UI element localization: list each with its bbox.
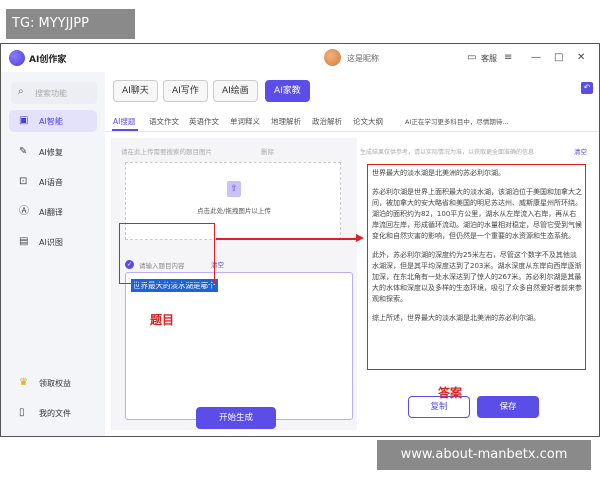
arrow-right-icon bbox=[356, 234, 364, 242]
result-header: 生成结果仅供参考，请以实际情况为准，以获取更全面准确的信息 bbox=[360, 149, 535, 156]
title-bar: AI创作家 这是昵称 ▭ 客服 ≡ — □ ✕ bbox=[1, 44, 599, 72]
sidebar-item-ai-translate[interactable]: Ⓐ AI翻译 bbox=[9, 201, 97, 223]
active-subtab-underline bbox=[112, 129, 138, 131]
subtab-english-essay[interactable]: 英语作文 bbox=[189, 116, 219, 127]
crown-icon: ♛ bbox=[19, 377, 28, 388]
annotation-question-label: 题目 bbox=[150, 313, 175, 327]
watermark-top: TG: MYYJJPP bbox=[6, 9, 135, 39]
maximize-icon[interactable]: □ bbox=[554, 52, 563, 64]
annotation-answer-label: 答案 bbox=[438, 386, 463, 400]
sidebar-item-benefits[interactable]: ♛ 领取权益 bbox=[9, 372, 97, 394]
username[interactable]: 这是昵称 bbox=[347, 53, 379, 64]
minimize-icon[interactable]: — bbox=[531, 52, 541, 64]
result-clear-button[interactable]: 清空 bbox=[574, 146, 587, 156]
question-input[interactable]: 世界最大的淡水湖是哪个 bbox=[125, 272, 353, 420]
sidebar-item-label: AI修复 bbox=[39, 148, 63, 157]
tab-ai-tutor[interactable]: AI家教 bbox=[265, 80, 310, 102]
sidebar: ⌕ 搜索功能 ▣ AI智能 ✎ AI修复 ⊡ AI语音 Ⓐ AI翻译 ▤ AI识… bbox=[1, 72, 105, 436]
app-logo-icon bbox=[9, 50, 25, 66]
subtab-geography[interactable]: 地理解析 bbox=[271, 116, 301, 127]
service-label[interactable]: 客服 bbox=[481, 53, 497, 64]
sidebar-item-ai-smart[interactable]: ▣ AI智能 bbox=[9, 110, 97, 132]
repair-icon: ✎ bbox=[19, 146, 28, 157]
image-recognize-icon: ▤ bbox=[19, 236, 29, 247]
sidebar-item-ai-voice[interactable]: ⊡ AI语音 bbox=[9, 171, 97, 193]
question-highlight-box bbox=[119, 223, 215, 284]
sidebar-item-label: AI翻译 bbox=[39, 208, 63, 217]
sidebar-item-my-files[interactable]: ▯ 我的文件 bbox=[9, 402, 97, 424]
subtab-ai-search[interactable]: AI搜题 bbox=[113, 116, 135, 127]
save-button[interactable]: 保存 bbox=[477, 396, 539, 418]
watermark-bottom: www.about-manbetx.com bbox=[377, 440, 591, 470]
tab-ai-chat[interactable]: AI聊天 bbox=[113, 80, 158, 102]
tab-ai-writing[interactable]: AI写作 bbox=[163, 80, 208, 102]
upload-hint: 点击此处/拖拽图片以上传 bbox=[197, 207, 271, 215]
upload-delete[interactable]: 删除 bbox=[261, 146, 274, 156]
subtab-word-meaning[interactable]: 单词释义 bbox=[230, 116, 260, 127]
subtab-bar: AI搜题 语文作文 英语作文 单词释义 地理解析 政治解析 论文大纲 AI正在学… bbox=[105, 110, 599, 132]
sidebar-item-label: 我的文件 bbox=[39, 409, 71, 418]
chat-icon[interactable]: ▭ bbox=[467, 52, 476, 64]
menu-icon[interactable]: ≡ bbox=[504, 52, 512, 64]
upload-icon: ⇧ bbox=[227, 181, 241, 197]
answer-highlight-box bbox=[367, 164, 586, 370]
sidebar-item-ai-image-recognize[interactable]: ▤ AI识图 bbox=[9, 231, 97, 253]
search-icon: ⌕ bbox=[18, 86, 24, 97]
translate-icon: Ⓐ bbox=[19, 206, 29, 217]
generate-button[interactable]: 开始生成 bbox=[196, 407, 276, 429]
tab-ai-drawing[interactable]: AI绘画 bbox=[213, 80, 258, 102]
search-placeholder: 搜索功能 bbox=[35, 89, 67, 98]
file-icon: ▯ bbox=[19, 407, 25, 418]
chip-icon: ▣ bbox=[19, 115, 29, 126]
subtab-thesis-outline[interactable]: 论文大纲 bbox=[353, 116, 383, 127]
sidebar-item-ai-repair[interactable]: ✎ AI修复 bbox=[9, 141, 97, 163]
annotation-arrow-line bbox=[216, 238, 358, 240]
sidebar-item-label: AI识图 bbox=[39, 238, 63, 247]
subtab-politics[interactable]: 政治解析 bbox=[312, 116, 342, 127]
back-icon[interactable]: ↶ bbox=[581, 82, 593, 94]
app-name: AI创作家 bbox=[29, 55, 67, 65]
sidebar-item-label: AI语音 bbox=[39, 178, 63, 187]
notice-text: AI正在学习更多科目中，尽情期待... bbox=[405, 118, 509, 126]
sidebar-item-label: 领取权益 bbox=[39, 379, 71, 388]
subtab-chinese-essay[interactable]: 语文作文 bbox=[149, 116, 179, 127]
search-input[interactable]: ⌕ 搜索功能 bbox=[11, 82, 97, 104]
input-panel: 请在此上传需要搜索的题目图片 删除 ⇧ 点击此处/拖拽图片以上传 ✓ 请输入题目… bbox=[111, 138, 357, 430]
voice-icon: ⊡ bbox=[19, 176, 28, 187]
upload-header: 请在此上传需要搜索的题目图片 bbox=[121, 148, 212, 156]
close-icon[interactable]: ✕ bbox=[577, 52, 585, 64]
avatar[interactable] bbox=[324, 49, 341, 66]
sidebar-item-label: AI智能 bbox=[39, 117, 63, 126]
